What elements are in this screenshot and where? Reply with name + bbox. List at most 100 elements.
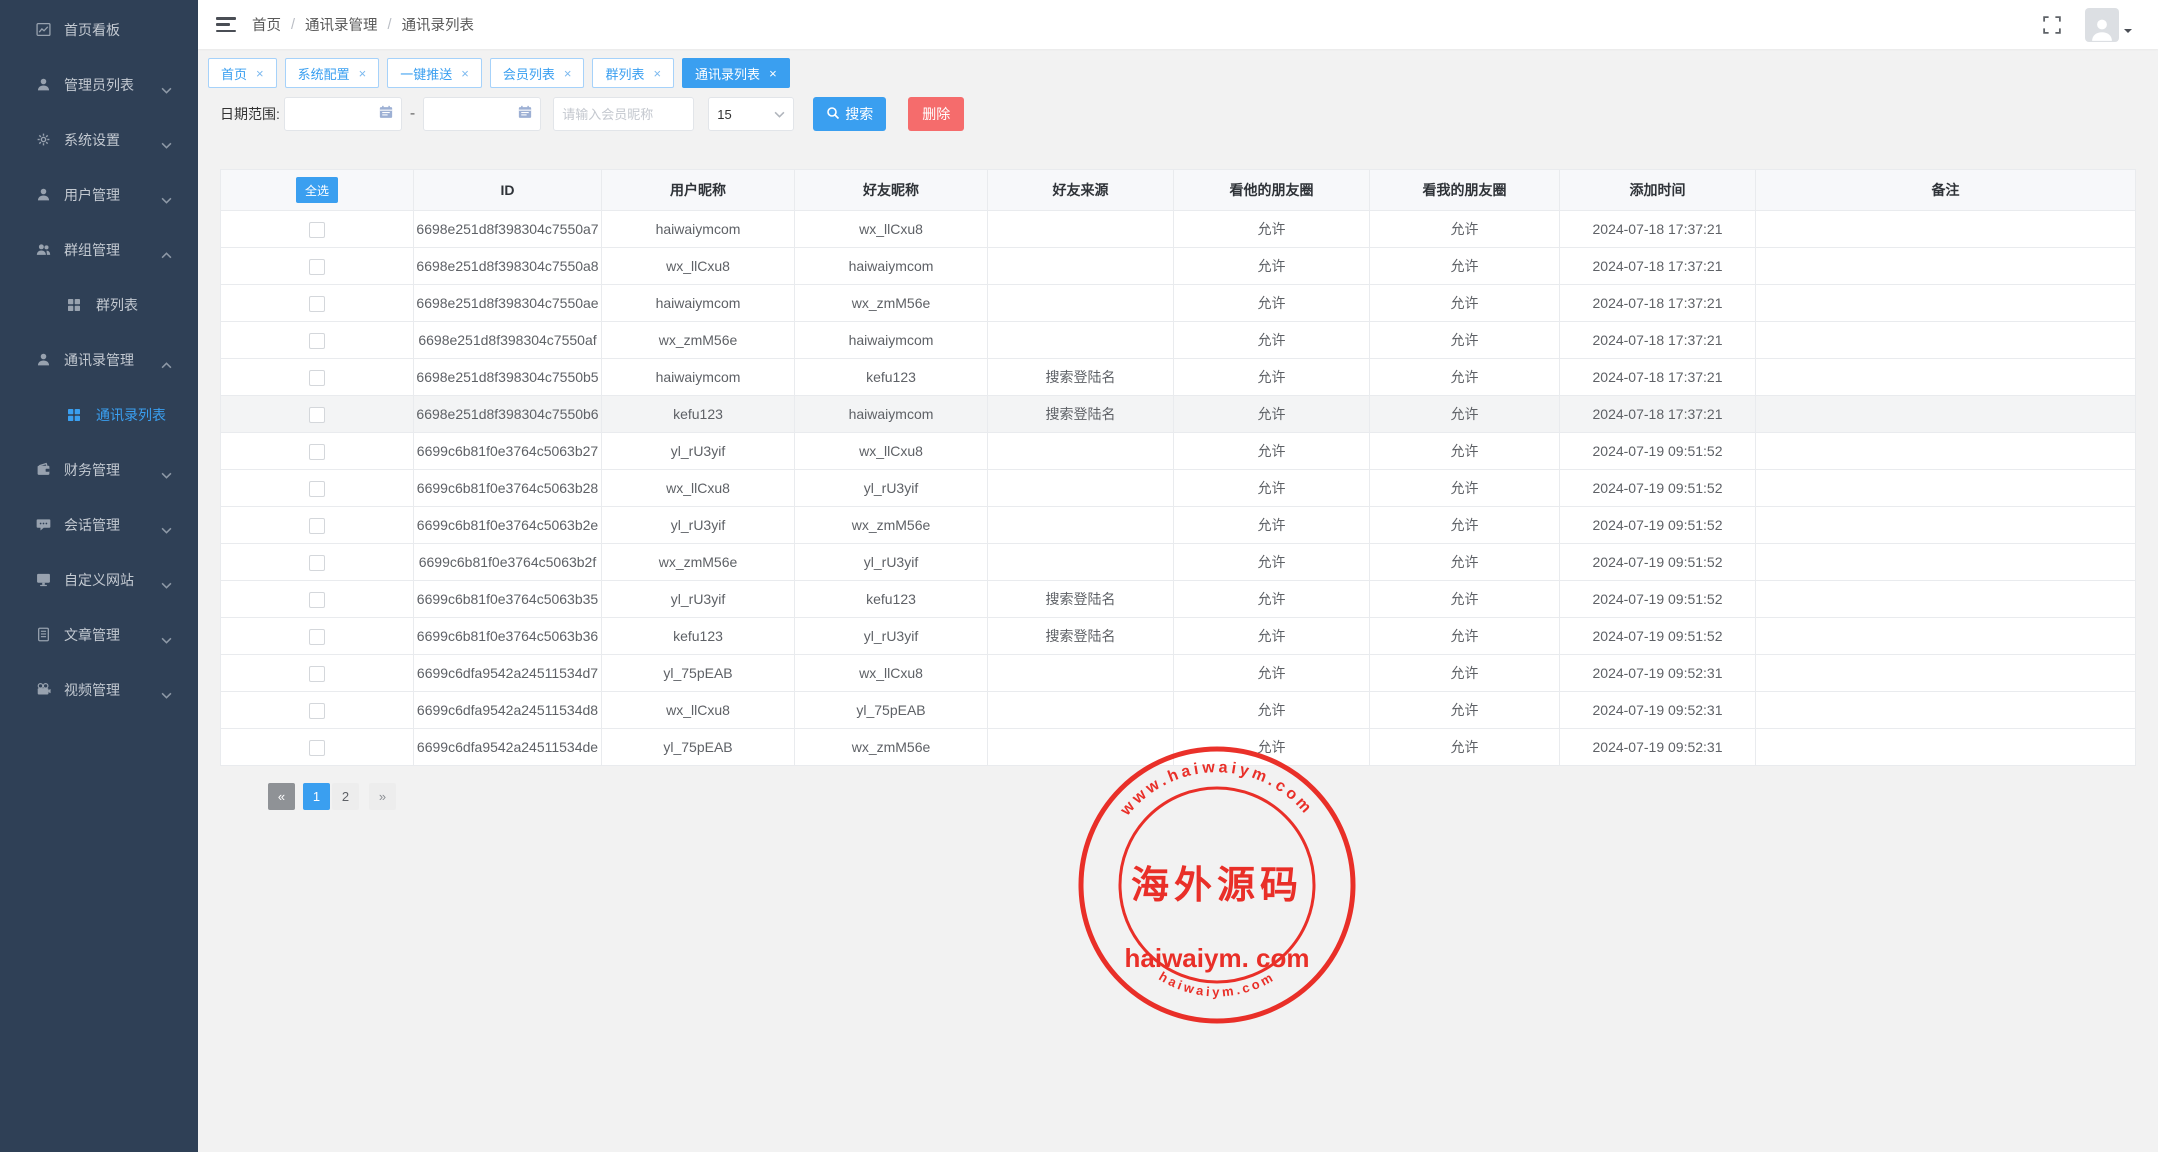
cell-user: haiwaiymcom [602,285,795,322]
sidebar-item-videos[interactable]: 视频管理 [0,662,198,717]
cell-source [988,322,1174,359]
sidebar-item-sessions[interactable]: 会话管理 [0,497,198,552]
row-checkbox[interactable] [309,444,325,460]
chevron-down-icon [161,631,172,638]
date-to-input[interactable] [432,107,518,122]
sidebar-item-contacts[interactable]: 通讯录管理 [0,332,198,387]
nickname-input[interactable] [562,107,685,122]
page-size-select[interactable]: 15 [708,97,794,131]
cell-remark [1756,285,2136,322]
close-icon[interactable]: × [461,67,469,80]
cell-see_his: 允许 [1174,470,1370,507]
calendar-icon[interactable] [379,105,393,124]
row-checkbox[interactable] [309,296,325,312]
delete-button[interactable]: 删除 [908,97,964,131]
close-icon[interactable]: × [256,67,264,80]
date-from-input[interactable] [293,107,379,122]
row-checkbox[interactable] [309,592,325,608]
row-checkbox[interactable] [309,518,325,534]
user-icon [35,77,51,93]
sidebar-item-dashboard[interactable]: 首页看板 [0,2,198,57]
row-checkbox[interactable] [309,740,325,756]
monitor-icon [35,572,51,588]
page-1-button[interactable]: 1 [303,783,330,810]
breadcrumb-section[interactable]: 通讯录管理 [305,14,378,35]
close-icon[interactable]: × [359,67,367,80]
sidebar-item-group-list[interactable]: 群列表 [0,277,198,332]
cell-see_his: 允许 [1174,248,1370,285]
row-checkbox[interactable] [309,333,325,349]
chevron-down-icon [161,466,172,473]
cell-remark [1756,396,2136,433]
menu-toggle-icon[interactable] [216,17,236,32]
cell-friend: wx_llCxu8 [795,655,988,692]
breadcrumb-separator: / [388,17,392,33]
sidebar-item-label: 会话管理 [64,515,161,535]
tab-member-list[interactable]: 会员列表× [490,58,585,88]
cell-friend: yl_rU3yif [795,544,988,581]
sidebar-item-system-settings[interactable]: 系统设置 [0,112,198,167]
calendar-icon[interactable] [518,105,532,124]
date-range-dash: - [410,105,415,123]
sidebar-item-custom-site[interactable]: 自定义网站 [0,552,198,607]
page-2-button[interactable]: 2 [332,783,359,810]
sidebar-item-finance[interactable]: 财务管理 [0,442,198,497]
chevron-down-icon[interactable] [2124,29,2132,37]
tab-home[interactable]: 首页× [208,58,277,88]
sidebar-item-articles[interactable]: 文章管理 [0,607,198,662]
tab-push[interactable]: 一键推送× [387,58,482,88]
fullscreen-icon[interactable] [2043,16,2061,34]
row-checkbox[interactable] [309,703,325,719]
tab-group-list[interactable]: 群列表× [592,58,674,88]
breadcrumb-current: 通讯录列表 [402,14,475,35]
row-checkbox[interactable] [309,222,325,238]
close-icon[interactable]: × [769,67,777,80]
close-icon[interactable]: × [564,67,572,80]
cell-source [988,211,1174,248]
breadcrumb-home[interactable]: 首页 [252,14,281,35]
document-icon [35,627,51,643]
sidebar-item-label: 管理员列表 [64,75,161,95]
cell-source [988,655,1174,692]
tab-system-config[interactable]: 系统配置× [285,58,380,88]
row-checkbox[interactable] [309,555,325,571]
chevron-down-icon [161,191,172,198]
cell-id: 6698e251d8f398304c7550a8 [414,248,602,285]
select-all-button[interactable]: 全选 [296,177,338,203]
cell-time: 2024-07-19 09:51:52 [1560,433,1756,470]
cell-source: 搜索登陆名 [988,581,1174,618]
search-button[interactable]: 搜索 [813,97,886,131]
cell-source [988,729,1174,766]
avatar[interactable] [2085,8,2119,42]
cell-id: 6699c6b81f0e3764c5063b2e [414,507,602,544]
cell-user: wx_llCxu8 [602,248,795,285]
sidebar-item-contact-list[interactable]: 通讯录列表 [0,387,198,442]
date-from-field[interactable] [284,97,402,131]
row-checkbox[interactable] [309,666,325,682]
cell-remark [1756,544,2136,581]
cell-id: 6699c6dfa9542a24511534d7 [414,655,602,692]
row-checkbox[interactable] [309,407,325,423]
cell-remark [1756,433,2136,470]
row-checkbox[interactable] [309,259,325,275]
cell-user: kefu123 [602,618,795,655]
close-icon[interactable]: × [653,67,661,80]
cell-see_my: 允许 [1370,618,1560,655]
date-to-field[interactable] [423,97,541,131]
row-checkbox[interactable] [309,481,325,497]
cell-remark [1756,211,2136,248]
sidebar-item-admins[interactable]: 管理员列表 [0,57,198,112]
next-page-button[interactable]: » [369,783,396,810]
chevron-up-icon [161,246,172,253]
sidebar-item-label: 文章管理 [64,625,161,645]
tab-contact-list[interactable]: 通讯录列表× [682,58,790,88]
nickname-field[interactable] [553,97,694,131]
row-checkbox[interactable] [309,370,325,386]
sidebar-item-groups[interactable]: 群组管理 [0,222,198,277]
prev-page-button[interactable]: « [268,783,295,810]
row-checkbox[interactable] [309,629,325,645]
cell-time: 2024-07-19 09:51:52 [1560,507,1756,544]
cell-friend: wx_llCxu8 [795,211,988,248]
sidebar-item-label: 通讯录列表 [96,405,198,425]
sidebar-item-users[interactable]: 用户管理 [0,167,198,222]
